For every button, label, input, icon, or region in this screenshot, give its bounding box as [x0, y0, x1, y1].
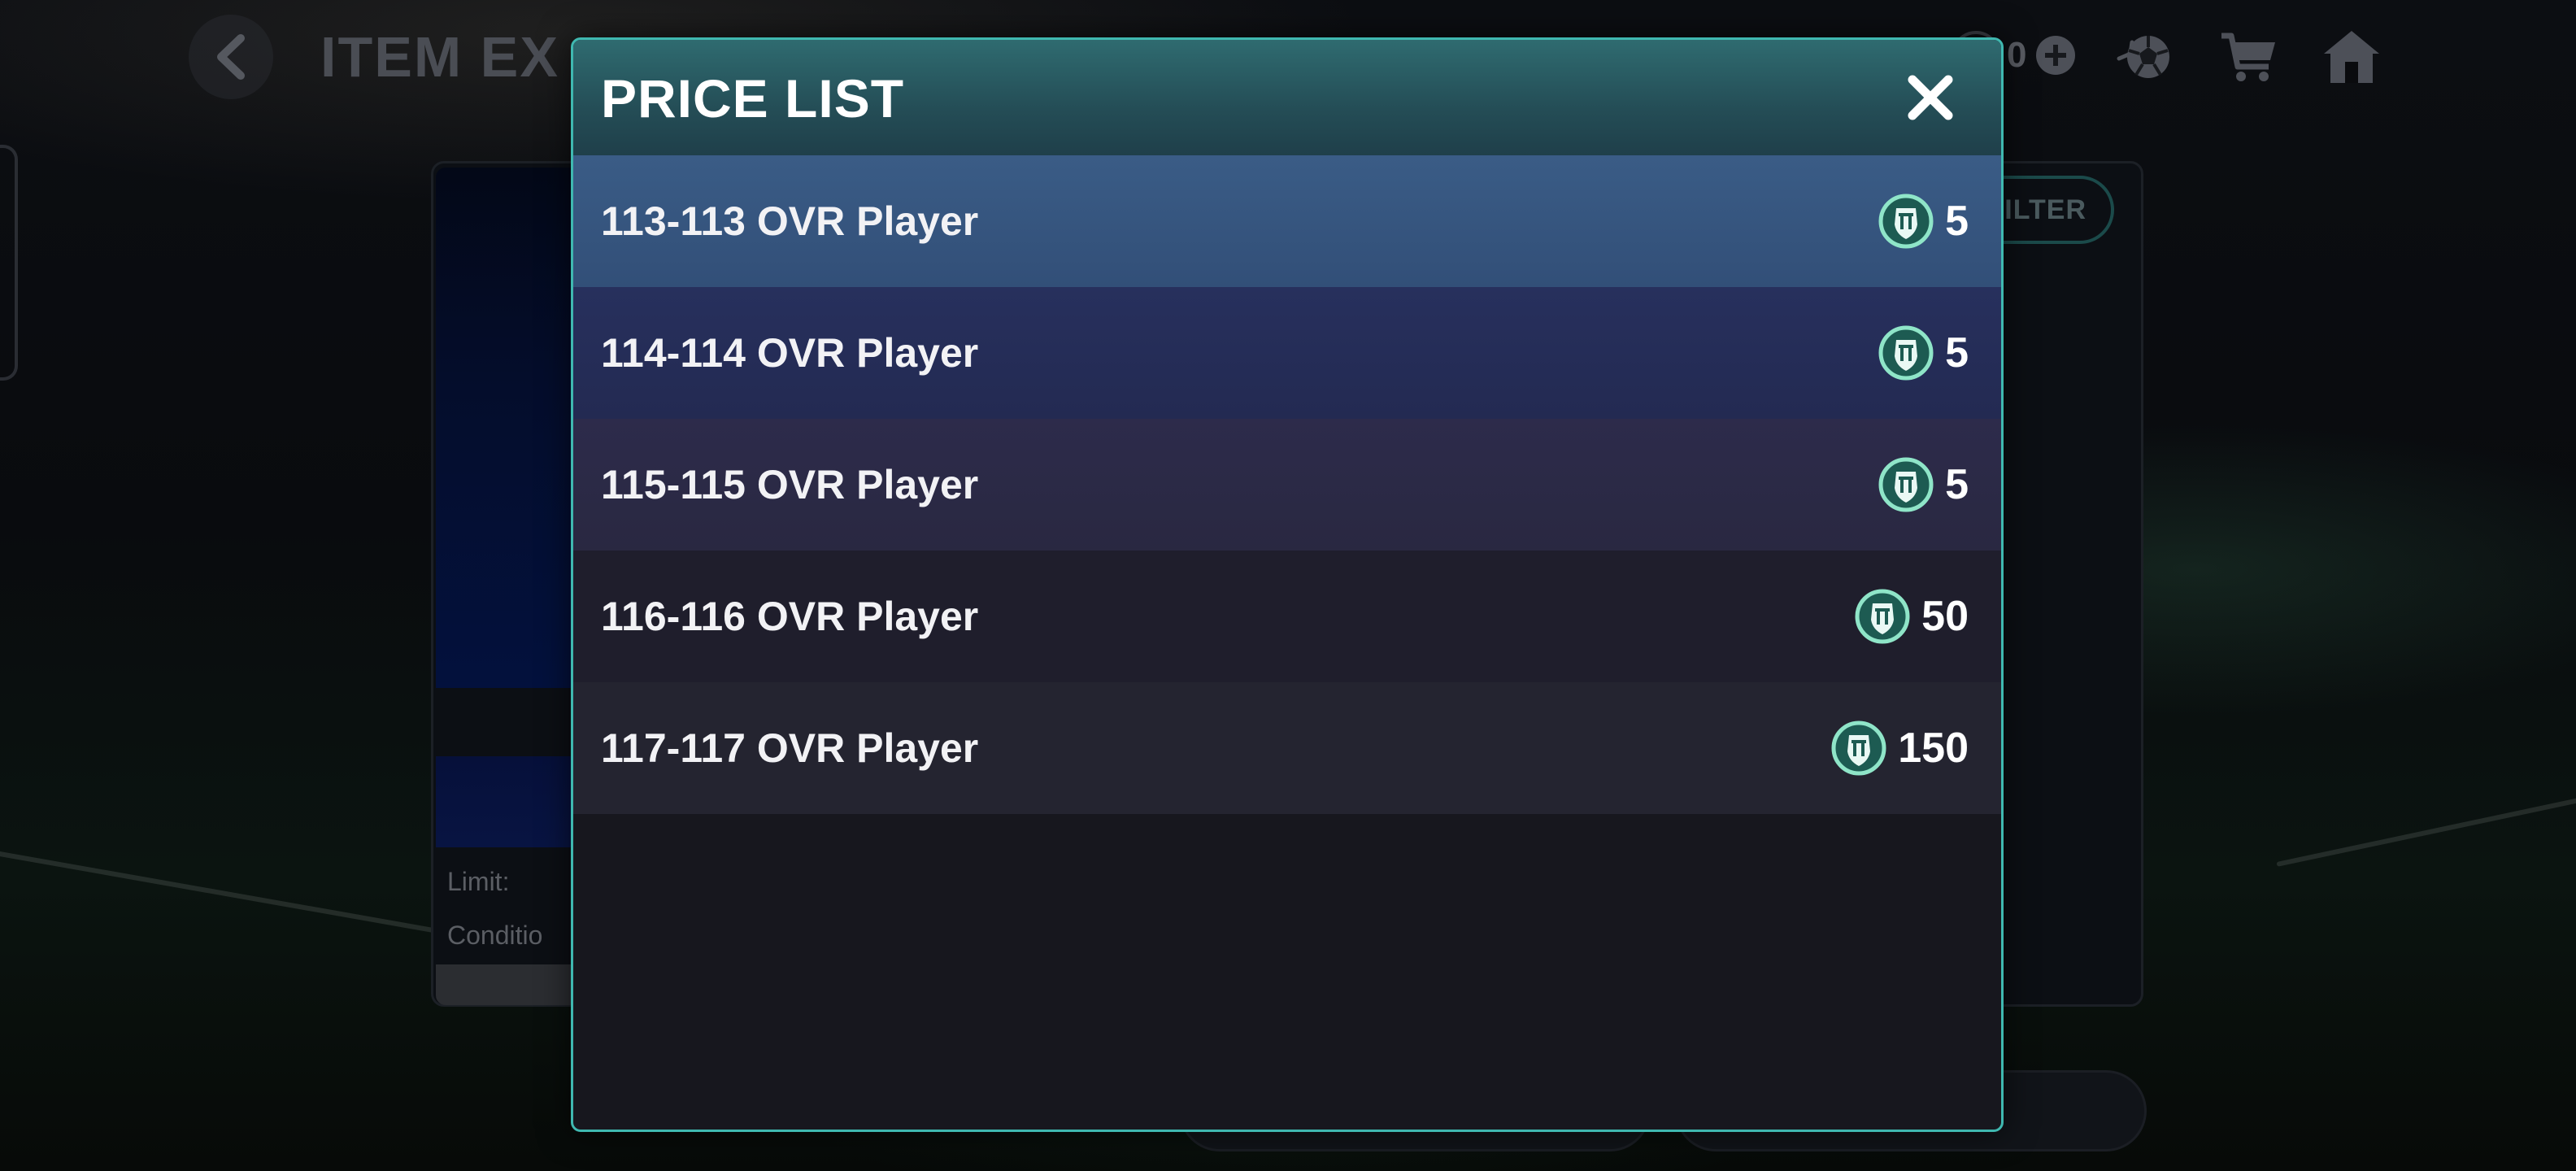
limit-label: Limit: [447, 867, 510, 896]
price-row[interactable]: 117-117 OVR Player 150 [573, 682, 2001, 814]
price-row[interactable]: 113-113 OVR Player 5 [573, 155, 2001, 287]
row-label: 113-113 OVR Player [601, 198, 979, 244]
row-label: 117-117 OVR Player [601, 725, 979, 771]
price-row[interactable]: 116-116 OVR Player 50 [573, 551, 2001, 682]
plus-icon[interactable] [2036, 36, 2076, 75]
row-price: 5 [1878, 325, 1969, 381]
back-chevron-icon [217, 34, 245, 80]
background-page-title: ITEM EX [320, 25, 560, 89]
modal-title: PRICE LIST [601, 68, 905, 128]
price-list: 113-113 OVR Player 5 114-114 OVR Player [573, 155, 2001, 814]
row-label: 116-116 OVR Player [601, 594, 979, 639]
price-list-modal: PRICE LIST 113-113 OVR Player 5 114-114 … [571, 37, 2004, 1132]
home-icon[interactable] [2319, 24, 2384, 89]
row-label: 114-114 OVR Player [601, 330, 979, 376]
row-label: 115-115 OVR Player [601, 462, 979, 507]
cart-icon[interactable] [2217, 24, 2282, 89]
token-coin-icon [1878, 457, 1934, 512]
token-coin-icon [1855, 589, 1910, 644]
token-coin-icon [1831, 720, 1886, 776]
close-icon [1908, 75, 1953, 120]
price-value: 150 [1898, 725, 1969, 772]
pitch-line [2276, 790, 2576, 867]
condition-label: Conditio [447, 921, 543, 950]
row-price: 5 [1878, 194, 1969, 249]
row-price: 50 [1855, 589, 1969, 644]
game-screen: ITEM EX 0 Limit: Conditio FILTER PRICE L… [0, 0, 2576, 1171]
row-price: 5 [1878, 457, 1969, 512]
row-price: 150 [1831, 720, 1969, 776]
modal-header: PRICE LIST [573, 40, 2001, 155]
side-tab[interactable] [0, 145, 18, 381]
close-button[interactable] [1902, 69, 1959, 126]
football-icon[interactable] [2111, 24, 2176, 89]
price-value: 50 [1921, 593, 1969, 640]
back-button[interactable] [189, 15, 273, 99]
price-row[interactable]: 115-115 OVR Player 5 [573, 419, 2001, 551]
price-row[interactable]: 114-114 OVR Player 5 [573, 287, 2001, 419]
price-value: 5 [1945, 198, 1969, 245]
token-coin-icon [1878, 194, 1934, 249]
currency-value: 0 [2007, 35, 2027, 75]
price-value: 5 [1945, 329, 1969, 377]
token-coin-icon [1878, 325, 1934, 381]
price-value: 5 [1945, 461, 1969, 508]
